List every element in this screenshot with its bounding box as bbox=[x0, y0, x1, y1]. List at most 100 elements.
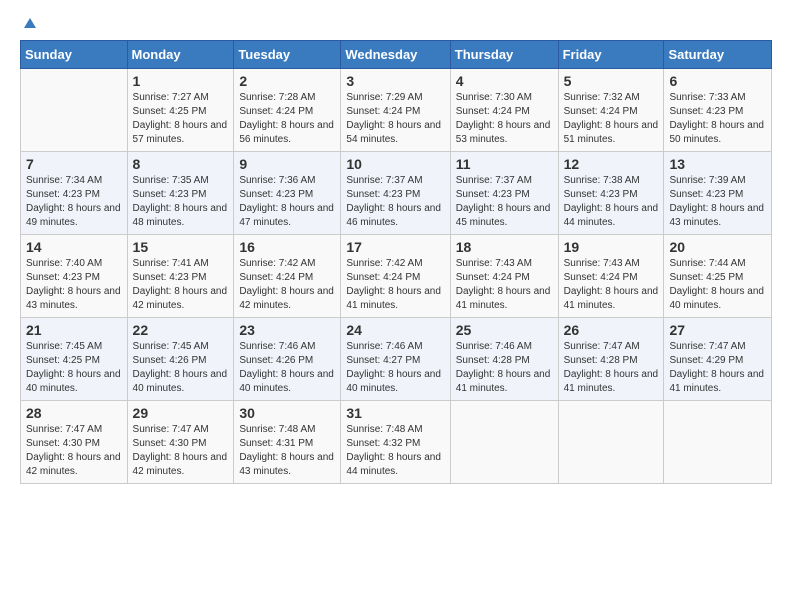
calendar-cell: 15Sunrise: 7:41 AMSunset: 4:23 PMDayligh… bbox=[127, 235, 234, 318]
calendar-cell: 24Sunrise: 7:46 AMSunset: 4:27 PMDayligh… bbox=[341, 318, 450, 401]
day-number: 6 bbox=[669, 73, 766, 89]
day-number: 26 bbox=[564, 322, 659, 338]
calendar-cell: 26Sunrise: 7:47 AMSunset: 4:28 PMDayligh… bbox=[558, 318, 664, 401]
calendar-cell: 6 Sunrise: 7:33 AMSunset: 4:23 PMDaylight… bbox=[664, 69, 772, 152]
logo bbox=[20, 16, 38, 32]
cell-info: Sunrise: 7:44 AMSunset: 4:25 PMDaylight:… bbox=[669, 257, 766, 313]
cell-info: Sunrise: 7:29 AMSunset: 4:24 PMDaylight:… bbox=[346, 91, 444, 147]
cell-info: Sunrise: 7:45 AMSunset: 4:25 PMDaylight:… bbox=[26, 340, 122, 396]
day-number: 30 bbox=[239, 405, 335, 421]
day-number: 11 bbox=[456, 156, 553, 172]
cell-info: Sunrise: 7:46 AMSunset: 4:28 PMDaylight:… bbox=[456, 340, 553, 396]
cell-info: Sunrise: 7:37 AMSunset: 4:23 PMDaylight:… bbox=[346, 174, 444, 230]
day-number: 1 bbox=[133, 73, 229, 89]
day-header-friday: Friday bbox=[558, 41, 664, 69]
calendar-cell: 27Sunrise: 7:47 AMSunset: 4:29 PMDayligh… bbox=[664, 318, 772, 401]
calendar-cell: 28 Sunrise: 7:47 AMSunset: 4:30 PMDayligh… bbox=[21, 401, 128, 484]
calendar-cell bbox=[450, 401, 558, 484]
calendar-cell: 21 Sunrise: 7:45 AMSunset: 4:25 PMDayligh… bbox=[21, 318, 128, 401]
cell-info: Sunrise: 7:37 AMSunset: 4:23 PMDaylight:… bbox=[456, 174, 553, 230]
calendar-cell bbox=[664, 401, 772, 484]
calendar-cell: 19 Sunrise: 7:43 AMSunset: 4:24 PMDayligh… bbox=[558, 235, 664, 318]
calendar-cell: 3 Sunrise: 7:29 AMSunset: 4:24 PMDaylight… bbox=[341, 69, 450, 152]
cell-info: Sunrise: 7:47 AMSunset: 4:30 PMDaylight:… bbox=[26, 423, 122, 479]
calendar-cell: 30 Sunrise: 7:48 AMSunset: 4:31 PMDayligh… bbox=[234, 401, 341, 484]
calendar-cell: 22 Sunrise: 7:45 AMSunset: 4:26 PMDayligh… bbox=[127, 318, 234, 401]
calendar-cell: 31 Sunrise: 7:48 AMSunset: 4:32 PMDayligh… bbox=[341, 401, 450, 484]
day-number: 14 bbox=[26, 239, 122, 255]
cell-info: Sunrise: 7:33 AMSunset: 4:23 PMDaylight:… bbox=[669, 91, 766, 147]
calendar-cell: 10 Sunrise: 7:37 AMSunset: 4:23 PMDayligh… bbox=[341, 152, 450, 235]
calendar-cell bbox=[21, 69, 128, 152]
day-number: 9 bbox=[239, 156, 335, 172]
day-number: 10 bbox=[346, 156, 444, 172]
day-header-sunday: Sunday bbox=[21, 41, 128, 69]
calendar-cell: 11 Sunrise: 7:37 AMSunset: 4:23 PMDayligh… bbox=[450, 152, 558, 235]
calendar-cell: 5 Sunrise: 7:32 AMSunset: 4:24 PMDaylight… bbox=[558, 69, 664, 152]
cell-info: Sunrise: 7:42 AMSunset: 4:24 PMDaylight:… bbox=[346, 257, 444, 313]
day-number: 21 bbox=[26, 322, 122, 338]
cell-info: Sunrise: 7:48 AMSunset: 4:31 PMDaylight:… bbox=[239, 423, 335, 479]
day-number: 3 bbox=[346, 73, 444, 89]
day-number: 17 bbox=[346, 239, 444, 255]
day-header-wednesday: Wednesday bbox=[341, 41, 450, 69]
day-number: 7 bbox=[26, 156, 122, 172]
cell-info: Sunrise: 7:45 AMSunset: 4:26 PMDaylight:… bbox=[133, 340, 229, 396]
cell-info: Sunrise: 7:32 AMSunset: 4:24 PMDaylight:… bbox=[564, 91, 659, 147]
calendar-cell: 4Sunrise: 7:30 AMSunset: 4:24 PMDaylight… bbox=[450, 69, 558, 152]
day-number: 28 bbox=[26, 405, 122, 421]
page-header bbox=[20, 16, 772, 32]
day-number: 15 bbox=[133, 239, 229, 255]
calendar-cell: 8 Sunrise: 7:35 AMSunset: 4:23 PMDaylight… bbox=[127, 152, 234, 235]
day-number: 4 bbox=[456, 73, 553, 89]
day-number: 19 bbox=[564, 239, 659, 255]
day-number: 27 bbox=[669, 322, 766, 338]
calendar-cell: 29 Sunrise: 7:47 AMSunset: 4:30 PMDayligh… bbox=[127, 401, 234, 484]
cell-info: Sunrise: 7:27 AMSunset: 4:25 PMDaylight:… bbox=[133, 91, 229, 147]
calendar-cell: 20 Sunrise: 7:44 AMSunset: 4:25 PMDayligh… bbox=[664, 235, 772, 318]
calendar-week-row: 14 Sunrise: 7:40 AMSunset: 4:23 PMDayligh… bbox=[21, 235, 772, 318]
day-number: 29 bbox=[133, 405, 229, 421]
calendar-cell: 2 Sunrise: 7:28 AMSunset: 4:24 PMDaylight… bbox=[234, 69, 341, 152]
logo-icon bbox=[22, 16, 38, 32]
cell-info: Sunrise: 7:36 AMSunset: 4:23 PMDaylight:… bbox=[239, 174, 335, 230]
cell-info: Sunrise: 7:35 AMSunset: 4:23 PMDaylight:… bbox=[133, 174, 229, 230]
cell-info: Sunrise: 7:40 AMSunset: 4:23 PMDaylight:… bbox=[26, 257, 122, 313]
calendar-table: SundayMondayTuesdayWednesdayThursdayFrid… bbox=[20, 40, 772, 484]
cell-info: Sunrise: 7:28 AMSunset: 4:24 PMDaylight:… bbox=[239, 91, 335, 147]
day-number: 16 bbox=[239, 239, 335, 255]
calendar-cell: 16 Sunrise: 7:42 AMSunset: 4:24 PMDayligh… bbox=[234, 235, 341, 318]
day-number: 2 bbox=[239, 73, 335, 89]
calendar-week-row: 7Sunrise: 7:34 AMSunset: 4:23 PMDaylight… bbox=[21, 152, 772, 235]
cell-info: Sunrise: 7:47 AMSunset: 4:30 PMDaylight:… bbox=[133, 423, 229, 479]
cell-info: Sunrise: 7:46 AMSunset: 4:26 PMDaylight:… bbox=[239, 340, 335, 396]
day-number: 13 bbox=[669, 156, 766, 172]
calendar-cell: 18 Sunrise: 7:43 AMSunset: 4:24 PMDayligh… bbox=[450, 235, 558, 318]
calendar-header-row: SundayMondayTuesdayWednesdayThursdayFrid… bbox=[21, 41, 772, 69]
day-number: 24 bbox=[346, 322, 444, 338]
cell-info: Sunrise: 7:48 AMSunset: 4:32 PMDaylight:… bbox=[346, 423, 444, 479]
day-number: 23 bbox=[239, 322, 335, 338]
day-number: 20 bbox=[669, 239, 766, 255]
calendar-week-row: 28 Sunrise: 7:47 AMSunset: 4:30 PMDayligh… bbox=[21, 401, 772, 484]
day-number: 25 bbox=[456, 322, 553, 338]
day-header-saturday: Saturday bbox=[664, 41, 772, 69]
calendar-cell: 25 Sunrise: 7:46 AMSunset: 4:28 PMDayligh… bbox=[450, 318, 558, 401]
day-number: 12 bbox=[564, 156, 659, 172]
cell-info: Sunrise: 7:43 AMSunset: 4:24 PMDaylight:… bbox=[456, 257, 553, 313]
calendar-cell bbox=[558, 401, 664, 484]
cell-info: Sunrise: 7:38 AMSunset: 4:23 PMDaylight:… bbox=[564, 174, 659, 230]
day-number: 8 bbox=[133, 156, 229, 172]
day-header-tuesday: Tuesday bbox=[234, 41, 341, 69]
day-number: 18 bbox=[456, 239, 553, 255]
day-header-monday: Monday bbox=[127, 41, 234, 69]
cell-info: Sunrise: 7:43 AMSunset: 4:24 PMDaylight:… bbox=[564, 257, 659, 313]
calendar-week-row: 21 Sunrise: 7:45 AMSunset: 4:25 PMDayligh… bbox=[21, 318, 772, 401]
day-number: 31 bbox=[346, 405, 444, 421]
day-number: 22 bbox=[133, 322, 229, 338]
calendar-week-row: 1 Sunrise: 7:27 AMSunset: 4:25 PMDaylight… bbox=[21, 69, 772, 152]
calendar-cell: 12 Sunrise: 7:38 AMSunset: 4:23 PMDayligh… bbox=[558, 152, 664, 235]
cell-info: Sunrise: 7:42 AMSunset: 4:24 PMDaylight:… bbox=[239, 257, 335, 313]
cell-info: Sunrise: 7:39 AMSunset: 4:23 PMDaylight:… bbox=[669, 174, 766, 230]
day-number: 5 bbox=[564, 73, 659, 89]
